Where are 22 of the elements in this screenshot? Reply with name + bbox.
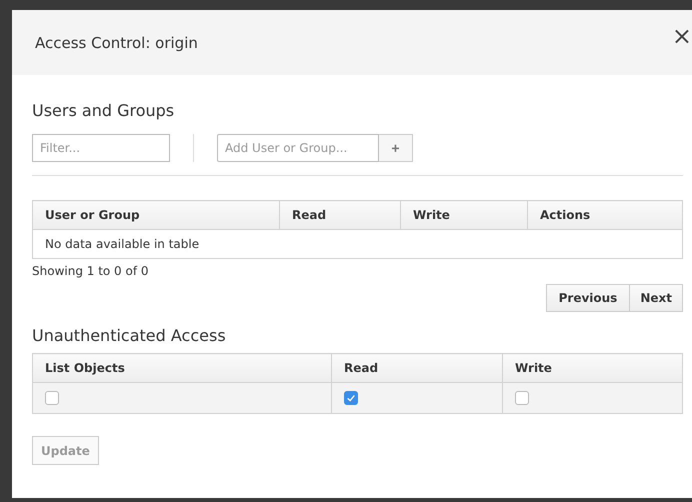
checkbox[interactable] bbox=[45, 391, 59, 406]
add-user-field[interactable]: Add User or Group... bbox=[217, 134, 379, 162]
close-button[interactable]: × bbox=[672, 24, 692, 48]
checkbox[interactable] bbox=[515, 391, 529, 406]
section-heading: Users and Groups bbox=[32, 101, 176, 120]
column-header: Write bbox=[400, 200, 528, 230]
checkbox[interactable] bbox=[344, 391, 358, 406]
pagination-button[interactable]: Previous bbox=[546, 284, 630, 312]
empty-table-message: No data available in table bbox=[32, 230, 682, 258]
column-header: Read bbox=[332, 354, 502, 382]
section-heading: Unauthenticated Access bbox=[32, 326, 227, 345]
column-header: List Objects bbox=[32, 354, 332, 382]
column-header: Read bbox=[280, 200, 400, 230]
filter-field[interactable]: Filter... bbox=[32, 134, 170, 162]
column-header: Actions bbox=[528, 200, 682, 230]
table-info: Showing 1 to 0 of 0 bbox=[32, 264, 150, 278]
check-icon bbox=[346, 393, 356, 404]
add-button[interactable]: + bbox=[379, 134, 413, 162]
dialog-title: Access Control: origin bbox=[35, 34, 198, 52]
column-header: User or Group bbox=[32, 200, 280, 230]
column-header: Write bbox=[502, 354, 682, 382]
pagination-button[interactable]: Next bbox=[630, 284, 683, 312]
